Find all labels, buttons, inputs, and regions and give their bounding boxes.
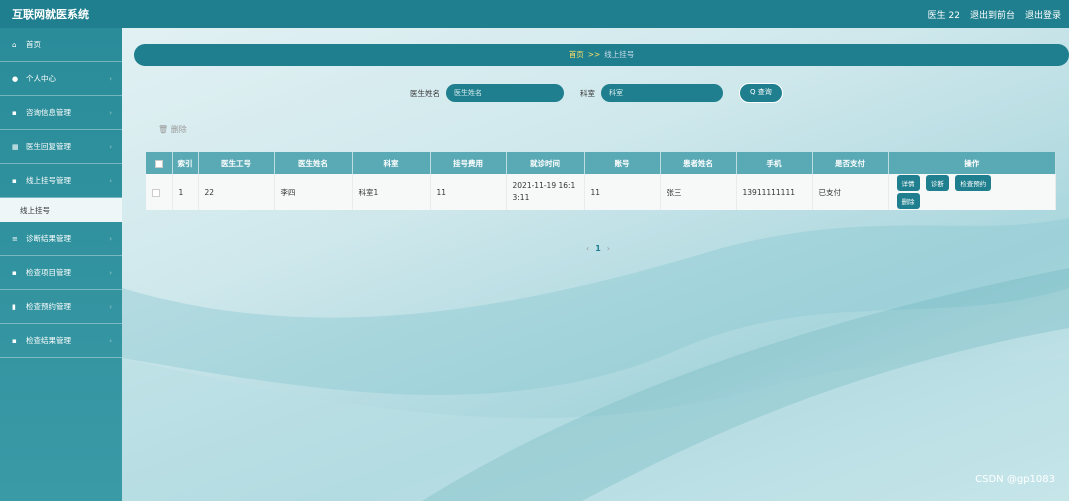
sidebar-item-reply[interactable]: ▦ 医生回复管理 › xyxy=(0,130,122,164)
checkbox[interactable] xyxy=(154,159,163,168)
header-phone: 手机 xyxy=(736,152,813,174)
trash-icon: ▮ xyxy=(12,302,16,311)
sidebar-item-label: 检查项目管理 xyxy=(26,268,71,277)
sidebar-item-label: 诊断结果管理 xyxy=(26,234,71,243)
header-fee: 挂号费用 xyxy=(430,152,507,174)
search-bar: 医生姓名 医生姓名 科室 科室 Q 查询 xyxy=(410,83,783,103)
prev-page-button[interactable]: ‹ xyxy=(586,244,589,253)
breadcrumb: 首页 >> 线上挂号 xyxy=(134,44,1069,66)
header-doctor-id: 医生工号 xyxy=(198,152,275,174)
doctor-name-label: 医生姓名 xyxy=(410,88,440,98)
top-bar: 互联网就医系统 医生 22 退出到前台 退出登录 xyxy=(0,0,1069,28)
detail-button[interactable]: 详情 xyxy=(896,175,920,191)
cell-actions: 详情 诊断 检查预约 删除 xyxy=(888,174,1056,210)
select-all-checkbox[interactable] xyxy=(146,152,173,174)
sidebar-item-exam-results[interactable]: ▪ 检查结果管理 › xyxy=(0,324,122,358)
dept-label: 科室 xyxy=(580,88,595,98)
cell-fee: 11 xyxy=(430,174,507,210)
next-page-button[interactable]: › xyxy=(607,244,610,253)
chevron-down-icon: › xyxy=(109,142,112,151)
chevron-down-icon: › xyxy=(109,234,112,243)
cell-account: 11 xyxy=(584,174,661,210)
chevron-down-icon: › xyxy=(109,268,112,277)
cell-time: 2021-11-19 16:1 3:11 xyxy=(506,174,585,210)
search-button[interactable]: Q 查询 xyxy=(739,83,783,103)
diagnose-button[interactable]: 诊断 xyxy=(925,175,949,191)
backstage-link[interactable]: 退出到前台 xyxy=(970,8,1015,21)
logout-link[interactable]: 退出登录 xyxy=(1025,8,1061,21)
sidebar-item-profile[interactable]: ● 个人中心 › xyxy=(0,62,122,96)
header-index: 索引 xyxy=(172,152,199,174)
header-account: 账号 xyxy=(584,152,661,174)
home-icon: ⌂ xyxy=(12,40,17,49)
page-number[interactable]: 1 xyxy=(595,244,601,253)
grid-icon: ▪ xyxy=(12,176,17,185)
header-dept: 科室 xyxy=(352,152,431,174)
sidebar-item-exam-items[interactable]: ▪ 检查项目管理 › xyxy=(0,256,122,290)
grid-icon: ▪ xyxy=(12,336,17,345)
sidebar-item-home[interactable]: ⌂ 首页 xyxy=(0,28,122,62)
list-icon: ≡ xyxy=(12,234,18,243)
cell-dept: 科室1 xyxy=(352,174,431,210)
watermark: CSDN @gp1083 xyxy=(975,474,1055,485)
cell-paid: 已支付 xyxy=(812,174,889,210)
dept-input[interactable]: 科室 xyxy=(601,84,723,102)
header-time: 就诊时间 xyxy=(506,152,585,174)
registration-table: 索引 医生工号 医生姓名 科室 挂号费用 就诊时间 账号 患者姓名 手机 是否支… xyxy=(146,152,1056,210)
grid-icon: ▪ xyxy=(12,108,17,117)
header-doctor-name: 医生姓名 xyxy=(274,152,353,174)
sidebar-item-label: 个人中心 xyxy=(26,74,56,83)
grid-icon: ▦ xyxy=(12,142,19,151)
row-checkbox-cell[interactable] xyxy=(146,174,173,210)
header-paid: 是否支付 xyxy=(812,152,889,174)
chevron-down-icon: › xyxy=(109,302,112,311)
cell-doctor-name: 李四 xyxy=(274,174,353,210)
chevron-down-icon: › xyxy=(109,336,112,345)
header-actions: 操作 xyxy=(888,152,1056,174)
pagination: ‹ 1 › xyxy=(586,244,610,253)
current-user: 医生 22 xyxy=(927,10,960,21)
chevron-down-icon: › xyxy=(109,74,112,83)
sidebar-item-label: 检查结果管理 xyxy=(26,336,71,345)
sidebar-item-diagnosis[interactable]: ≡ 诊断结果管理 › xyxy=(0,222,122,256)
sidebar-subitem-online-registration[interactable]: 线上挂号 xyxy=(0,198,122,222)
cell-patient: 张三 xyxy=(660,174,737,210)
cell-doctor-id: 22 xyxy=(198,174,275,210)
table-row: 1 22 李四 科室1 11 2021-11-19 16:1 3:11 11 张… xyxy=(146,174,1056,210)
sidebar: ⌂ 首页 ● 个人中心 › ▪ 咨询信息管理 › ▦ 医生回复管理 › ▪ 线上挂号管理 › 线上… xyxy=(0,28,122,501)
row-delete-button[interactable]: 删除 xyxy=(896,193,920,209)
grid-icon: ▪ xyxy=(12,268,17,277)
delete-button[interactable]: 🗑 删除 xyxy=(158,124,187,135)
sidebar-item-label: 检查预约管理 xyxy=(26,302,71,311)
sidebar-item-registration[interactable]: ▪ 线上挂号管理 › xyxy=(0,164,122,198)
main-content: 首页 >> 线上挂号 医生姓名 医生姓名 科室 科室 Q 查询 🗑 删除 索引 医生… xyxy=(122,28,1069,501)
sidebar-item-exam-booking[interactable]: ▮ 检查预约管理 › xyxy=(0,290,122,324)
sidebar-item-label: 咨询信息管理 xyxy=(26,108,71,117)
breadcrumb-separator: >> xyxy=(587,50,601,59)
user-icon: ● xyxy=(12,74,19,83)
checkbox[interactable] xyxy=(152,188,160,197)
table-header-row: 索引 医生工号 医生姓名 科室 挂号费用 就诊时间 账号 患者姓名 手机 是否支… xyxy=(146,152,1056,174)
cell-phone: 13911111111 xyxy=(736,174,813,210)
sidebar-item-label: 医生回复管理 xyxy=(26,142,71,151)
sidebar-item-label: 线上挂号管理 xyxy=(26,176,71,185)
breadcrumb-current: 线上挂号 xyxy=(604,50,635,59)
app-title: 互联网就医系统 xyxy=(12,8,89,21)
chevron-down-icon: › xyxy=(109,108,112,117)
chevron-down-icon: › xyxy=(109,176,112,185)
header-patient: 患者姓名 xyxy=(660,152,737,174)
sidebar-item-consult[interactable]: ▪ 咨询信息管理 › xyxy=(0,96,122,130)
sidebar-item-label: 首页 xyxy=(26,40,41,49)
cell-index: 1 xyxy=(172,174,199,210)
breadcrumb-home[interactable]: 首页 xyxy=(569,50,584,59)
doctor-name-input[interactable]: 医生姓名 xyxy=(446,84,564,102)
exam-booking-button[interactable]: 检查预约 xyxy=(955,175,992,191)
